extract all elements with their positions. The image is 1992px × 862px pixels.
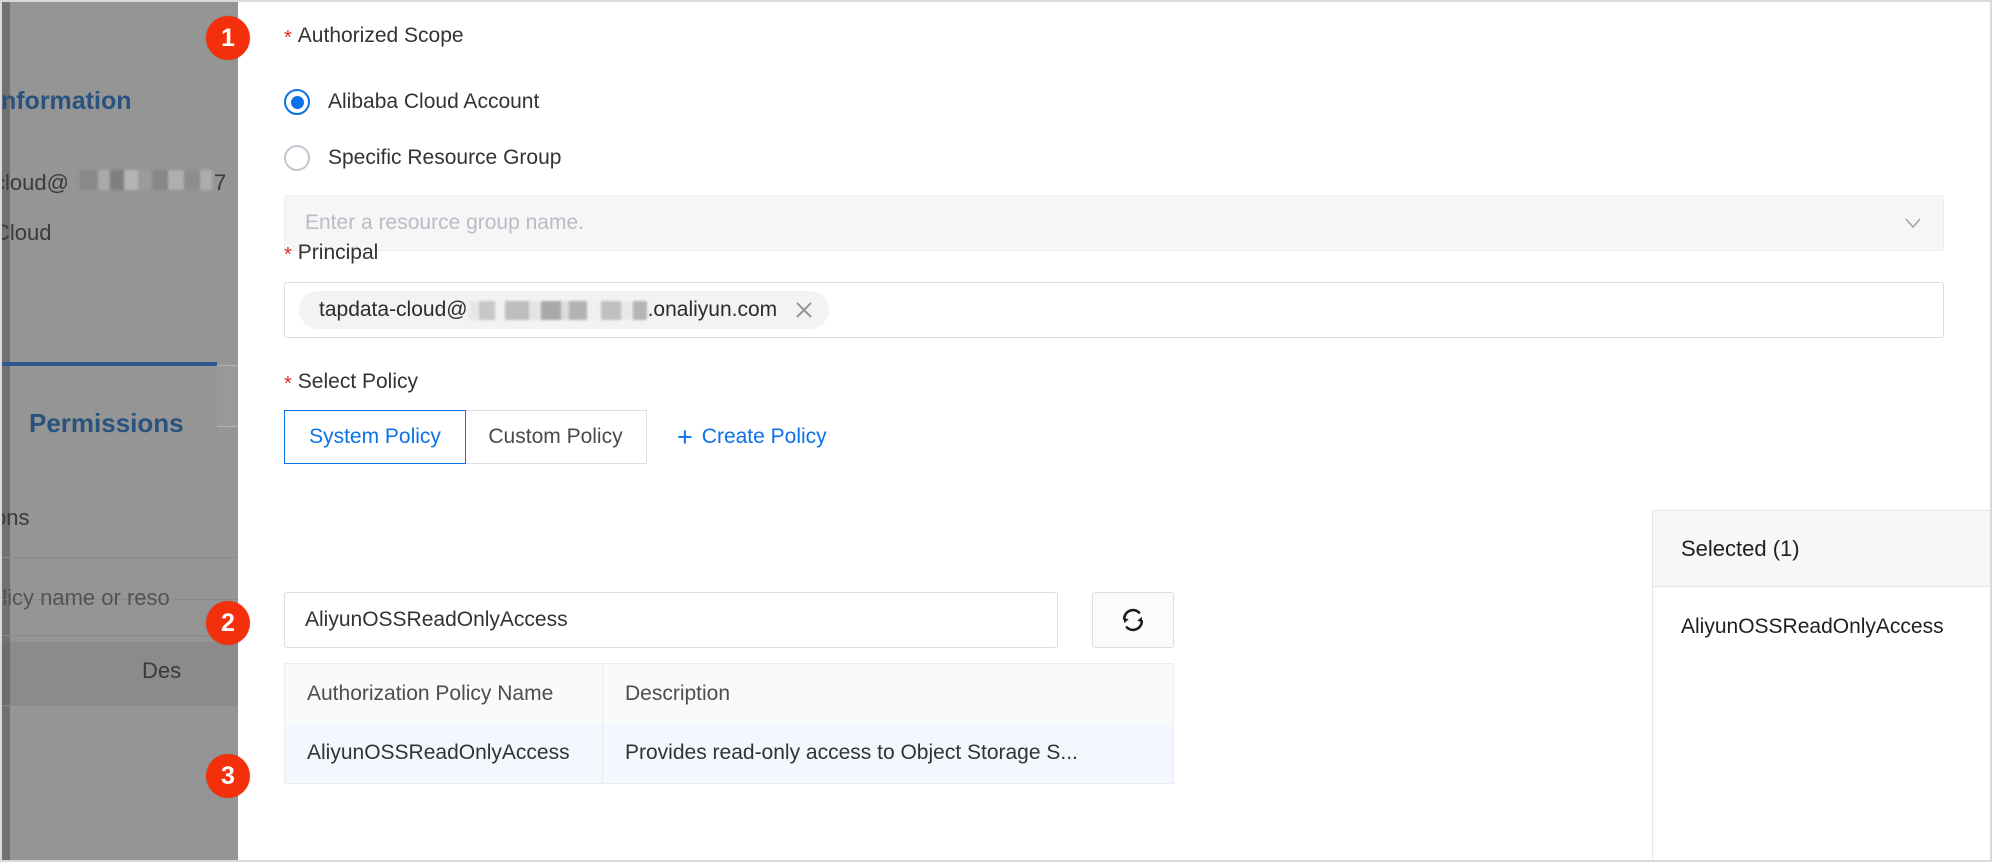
principal-label: * Principal (284, 241, 378, 265)
column-header-description: Description (603, 664, 1174, 724)
select-policy-label-text: Select Policy (298, 370, 418, 394)
policy-search-row (284, 592, 1174, 648)
authorized-scope-label-text: Authorized Scope (298, 24, 464, 48)
tab-system-policy[interactable]: System Policy (284, 410, 466, 464)
radio-alibaba-cloud-account[interactable]: Alibaba Cloud Account (284, 89, 539, 115)
policy-type-tabs: System Policy Custom Policy + Create Pol… (284, 410, 827, 464)
radio-specific-resource-group-label: Specific Resource Group (328, 146, 561, 170)
tab-system-policy-label: System Policy (309, 425, 441, 449)
background-tab-permissions: Permissions (29, 408, 184, 439)
authorization-form-panel: * Authorized Scope Alibaba Cloud Account… (238, 2, 1992, 862)
radio-selected-icon (284, 89, 310, 115)
plus-icon: + (677, 424, 693, 451)
background-section-fragment: ons (2, 505, 29, 531)
principal-label-text: Principal (298, 241, 379, 265)
table-row[interactable]: AliyunOSSReadOnlyAccess Provides read-on… (285, 724, 1174, 784)
chevron-down-icon (1903, 213, 1923, 233)
window-left-edge (2, 2, 10, 862)
principal-input[interactable]: tapdata-cloud@ .onaliyun.com (284, 282, 1944, 338)
background-account-email-suffix: 7 (214, 170, 226, 196)
column-header-policy-name: Authorization Policy Name (285, 664, 603, 724)
redaction-mask-principal (469, 301, 647, 320)
create-policy-label: Create Policy (702, 425, 827, 449)
cell-policy-description: Provides read-only access to Object Stor… (603, 724, 1174, 784)
policy-table: Authorization Policy Name Description Al… (284, 663, 1174, 784)
resource-group-placeholder: Enter a resource group name. (305, 211, 1903, 235)
background-table-header (2, 642, 238, 706)
cell-policy-name: AliyunOSSReadOnlyAccess (285, 724, 603, 784)
authorized-scope-label: * Authorized Scope (284, 24, 464, 48)
screenshot-root: Information cloud@ 7 Cloud Permissions o… (0, 0, 1992, 862)
background-tab-box (217, 365, 238, 427)
principal-chip-prefix: tapdata-cloud@ (319, 298, 468, 322)
dimmed-background-overlay: Information cloud@ 7 Cloud Permissions o… (2, 2, 238, 862)
list-item: AliyunOSSReadOnlyAccess (1653, 587, 1992, 667)
policy-search-input[interactable] (284, 592, 1058, 648)
step-badge-1: 1 (206, 16, 250, 60)
select-policy-label: * Select Policy (284, 370, 418, 394)
step-badge-3: 3 (206, 754, 250, 798)
principal-chip-suffix: .onaliyun.com (648, 298, 778, 322)
background-search-placeholder: olicy name or reso (2, 585, 170, 611)
background-description-column: Des (142, 658, 181, 684)
tab-custom-policy[interactable]: Custom Policy (465, 410, 647, 464)
principal-chip: tapdata-cloud@ .onaliyun.com (299, 291, 829, 329)
background-page-title: Information (2, 87, 132, 116)
background-account-email: cloud@ (2, 170, 69, 196)
selected-count-label: Selected (1) (1681, 536, 1800, 562)
background-tab-underline (2, 362, 217, 366)
redaction-mask-account (80, 170, 212, 190)
resource-group-select[interactable]: Enter a resource group name. (284, 195, 1944, 251)
remove-principal-icon[interactable] (793, 299, 815, 321)
background-cloud-label: Cloud (2, 220, 51, 246)
radio-alibaba-cloud-account-label: Alibaba Cloud Account (328, 90, 539, 114)
create-policy-link[interactable]: + Create Policy (677, 410, 827, 464)
required-asterisk: * (284, 27, 292, 50)
selected-policies-panel: Selected (1) Clear AliyunOSSReadOnlyAcce… (1652, 510, 1992, 862)
radio-specific-resource-group[interactable]: Specific Resource Group (284, 145, 561, 171)
step-badge-2: 2 (206, 601, 250, 645)
selected-panel-header: Selected (1) Clear (1653, 511, 1992, 587)
refresh-button[interactable] (1092, 592, 1174, 648)
required-asterisk: * (284, 244, 292, 267)
radio-unselected-icon (284, 145, 310, 171)
table-header-row: Authorization Policy Name Description (285, 664, 1174, 724)
background-divider-1 (2, 557, 238, 558)
selected-policy-name: AliyunOSSReadOnlyAccess (1681, 615, 1944, 639)
background-divider-3 (2, 635, 238, 636)
refresh-icon (1118, 605, 1148, 635)
tab-custom-policy-label: Custom Policy (488, 425, 622, 449)
required-asterisk: * (284, 373, 292, 396)
